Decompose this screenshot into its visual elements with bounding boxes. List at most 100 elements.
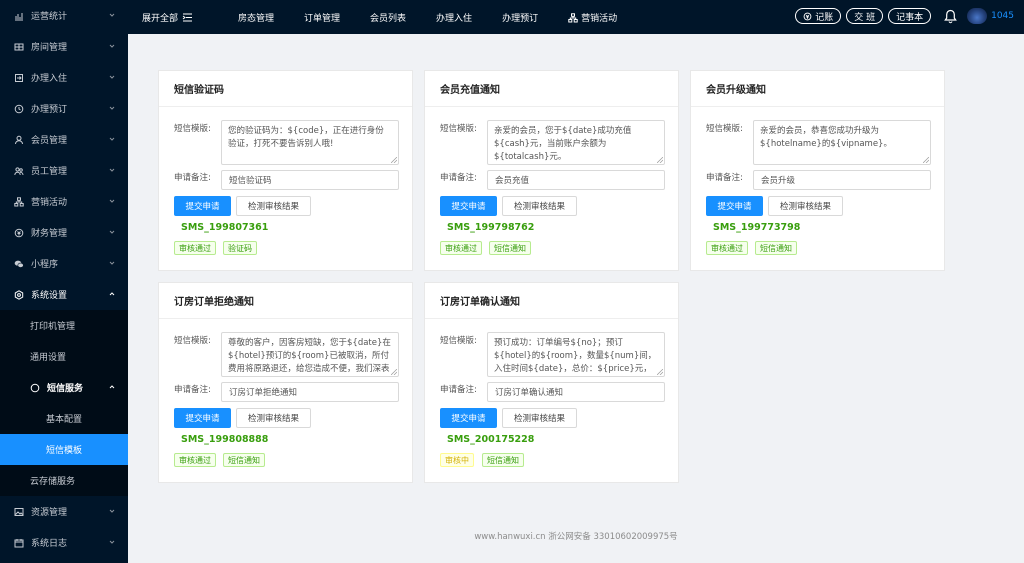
remark-input[interactable]: 订房订单确认通知 bbox=[487, 382, 665, 402]
sidebar-item-label: 办理入住 bbox=[31, 74, 68, 84]
sidebar-item-cloud-storage[interactable]: 云存储服务 bbox=[0, 465, 128, 496]
remark-value: 短信验证码 bbox=[229, 176, 272, 186]
chevron-up-icon bbox=[109, 385, 115, 389]
sidebar-item-rooms[interactable]: 房间管理 bbox=[0, 31, 128, 62]
template-content-textarea[interactable]: 尊敬的客户，因客房短缺，您于${date}在${hotel}预订的${room}… bbox=[221, 332, 399, 377]
sms-code: SMS_199807361 bbox=[181, 222, 269, 233]
top-menu-orders[interactable]: 订单管理 bbox=[304, 11, 340, 24]
avatar[interactable] bbox=[967, 8, 988, 24]
top-menu-booking[interactable]: 办理预订 bbox=[502, 11, 538, 24]
sidebar-item-resources[interactable]: 资源管理 bbox=[0, 496, 128, 527]
top-menu-label: 办理入住 bbox=[436, 14, 473, 24]
sidebar-item-label: 营销活动 bbox=[31, 198, 68, 208]
button-label: 检测审核结果 bbox=[247, 414, 299, 424]
resize-handle-icon[interactable] bbox=[657, 157, 663, 163]
sidebar-item-marketing[interactable]: 营销活动 bbox=[0, 186, 128, 217]
template-content: 亲爱的会员，您于${date}成功充值${cash}元，当前账户余额为${tot… bbox=[494, 126, 632, 162]
sidebar-item-finance[interactable]: 财务管理 bbox=[0, 217, 128, 248]
expand-all-button[interactable]: 展开全部 bbox=[142, 11, 193, 24]
submit-button[interactable]: 提交申请 bbox=[174, 408, 231, 428]
bell-icon[interactable] bbox=[944, 9, 957, 24]
sidebar-item-miniprogram[interactable]: 小程序 bbox=[0, 248, 128, 279]
top-menu-room-status[interactable]: 房态管理 bbox=[238, 11, 274, 24]
submit-button[interactable]: 提交申请 bbox=[440, 196, 497, 216]
grid-icon bbox=[14, 42, 24, 52]
status-badge: 审核通过 bbox=[174, 241, 216, 255]
template-label: 短信模版: bbox=[440, 124, 477, 134]
type-badge: 短信通知 bbox=[223, 453, 265, 467]
sidebar-item-checkin[interactable]: 办理入住 bbox=[0, 62, 128, 93]
button-label: 提交申请 bbox=[717, 202, 752, 212]
sidebar-item-stats[interactable]: 运营统计 bbox=[0, 0, 128, 31]
sidebar-item-label: 资源管理 bbox=[31, 508, 68, 518]
type-badge: 验证码 bbox=[223, 241, 257, 255]
picture-icon bbox=[14, 507, 24, 517]
sidebar-item-label: 系统日志 bbox=[31, 539, 68, 549]
sidebar-item-general[interactable]: 通用设置 bbox=[0, 341, 128, 372]
remark-label: 申请备注: bbox=[174, 385, 211, 395]
submit-button[interactable]: 提交申请 bbox=[440, 408, 497, 428]
template-content-textarea[interactable]: 预订成功：订单编号${no}；预订${hotel}的${room}，数量${nu… bbox=[487, 332, 665, 377]
template-label: 短信模版: bbox=[440, 336, 477, 346]
top-menu-label: 营销活动 bbox=[581, 14, 618, 24]
top-menu-members[interactable]: 会员列表 bbox=[370, 11, 406, 24]
sidebar-item-printer[interactable]: 打印机管理 bbox=[0, 310, 128, 341]
sidebar-item-label: 打印机管理 bbox=[30, 322, 76, 332]
template-content-textarea[interactable]: 您的验证码为：${code}，正在进行身份验证，打死不要告诉别人哦! bbox=[221, 120, 399, 165]
check-result-button[interactable]: 检测审核结果 bbox=[236, 408, 311, 428]
button-label: 提交申请 bbox=[185, 202, 220, 212]
card-title: 订房订单拒绝通知 bbox=[159, 283, 412, 319]
notebook-button[interactable]: 记事本 bbox=[888, 8, 932, 24]
pill-label: 记事本 bbox=[896, 12, 924, 23]
sidebar-item-settings[interactable]: 系统设置 bbox=[0, 279, 128, 310]
check-result-button[interactable]: 检测审核结果 bbox=[236, 196, 311, 216]
chevron-down-icon bbox=[109, 509, 115, 513]
resize-handle-icon[interactable] bbox=[657, 369, 663, 375]
chevron-down-icon bbox=[109, 540, 115, 544]
sidebar-item-booking[interactable]: 办理预订 bbox=[0, 93, 128, 124]
template-content: 尊敬的客户，因客房短缺，您于${date}在${hotel}预订的${room}… bbox=[228, 338, 391, 374]
chevron-up-icon bbox=[109, 292, 115, 296]
check-result-button[interactable]: 检测审核结果 bbox=[768, 196, 843, 216]
resize-handle-icon[interactable] bbox=[391, 369, 397, 375]
user-id[interactable]: 1045 bbox=[991, 11, 1014, 21]
sidebar-item-basic-config[interactable]: 基本配置 bbox=[0, 403, 128, 434]
sms-code: SMS_200175228 bbox=[447, 434, 535, 445]
top-menu-checkin[interactable]: 办理入住 bbox=[436, 11, 472, 24]
top-menu-marketing[interactable]: 营销活动 bbox=[568, 11, 617, 24]
money-icon bbox=[14, 228, 24, 238]
sms-template-card: 订房订单拒绝通知 短信模版: 尊敬的客户，因客房短缺，您于${date}在${h… bbox=[158, 282, 413, 483]
resize-handle-icon[interactable] bbox=[391, 157, 397, 163]
sidebar-item-logs[interactable]: 系统日志 bbox=[0, 527, 128, 558]
card-title: 会员充值通知 bbox=[425, 71, 678, 107]
sidebar-item-staff[interactable]: 员工管理 bbox=[0, 155, 128, 186]
check-result-button[interactable]: 检测审核结果 bbox=[502, 196, 577, 216]
sidebar-item-members[interactable]: 会员管理 bbox=[0, 124, 128, 155]
shift-handover-button[interactable]: 交 班 bbox=[846, 8, 884, 24]
check-result-button[interactable]: 检测审核结果 bbox=[502, 408, 577, 428]
remark-input[interactable]: 会员升级 bbox=[753, 170, 931, 190]
sidebar-item-label: 系统设置 bbox=[31, 291, 68, 301]
remark-value: 订房订单确认通知 bbox=[495, 388, 564, 398]
money-icon bbox=[803, 12, 812, 20]
sidebar-item-label: 办理预订 bbox=[31, 105, 68, 115]
submit-button[interactable]: 提交申请 bbox=[174, 196, 231, 216]
template-content-textarea[interactable]: 亲爱的会员，您于${date}成功充值${cash}元，当前账户余额为${tot… bbox=[487, 120, 665, 165]
sms-template-card: 订房订单确认通知 短信模版: 预订成功：订单编号${no}；预订${hotel}… bbox=[424, 282, 679, 483]
remark-input[interactable]: 短信验证码 bbox=[221, 170, 399, 190]
sidebar-item-sms-template[interactable]: 短信模板 bbox=[0, 434, 128, 465]
remark-input[interactable]: 订房订单拒绝通知 bbox=[221, 382, 399, 402]
template-content-textarea[interactable]: 亲爱的会员，恭喜您成功升级为${hotelname}的${vipname}。 bbox=[753, 120, 931, 165]
chevron-down-icon bbox=[109, 261, 115, 265]
submit-button[interactable]: 提交申请 bbox=[706, 196, 763, 216]
card-title: 订房订单确认通知 bbox=[425, 283, 678, 319]
bookkeeping-button[interactable]: 记账 bbox=[795, 8, 842, 24]
template-label: 短信模版: bbox=[174, 336, 211, 346]
sidebar-item-sms-service[interactable]: 短信服务 bbox=[0, 372, 128, 403]
menu-unfold-icon bbox=[182, 13, 193, 22]
sidebar-item-label: 短信模板 bbox=[46, 446, 83, 456]
button-label: 提交申请 bbox=[185, 414, 220, 424]
remark-input[interactable]: 会员充值 bbox=[487, 170, 665, 190]
template-content: 您的验证码为：${code}，正在进行身份验证，打死不要告诉别人哦! bbox=[228, 126, 384, 149]
resize-handle-icon[interactable] bbox=[923, 157, 929, 163]
